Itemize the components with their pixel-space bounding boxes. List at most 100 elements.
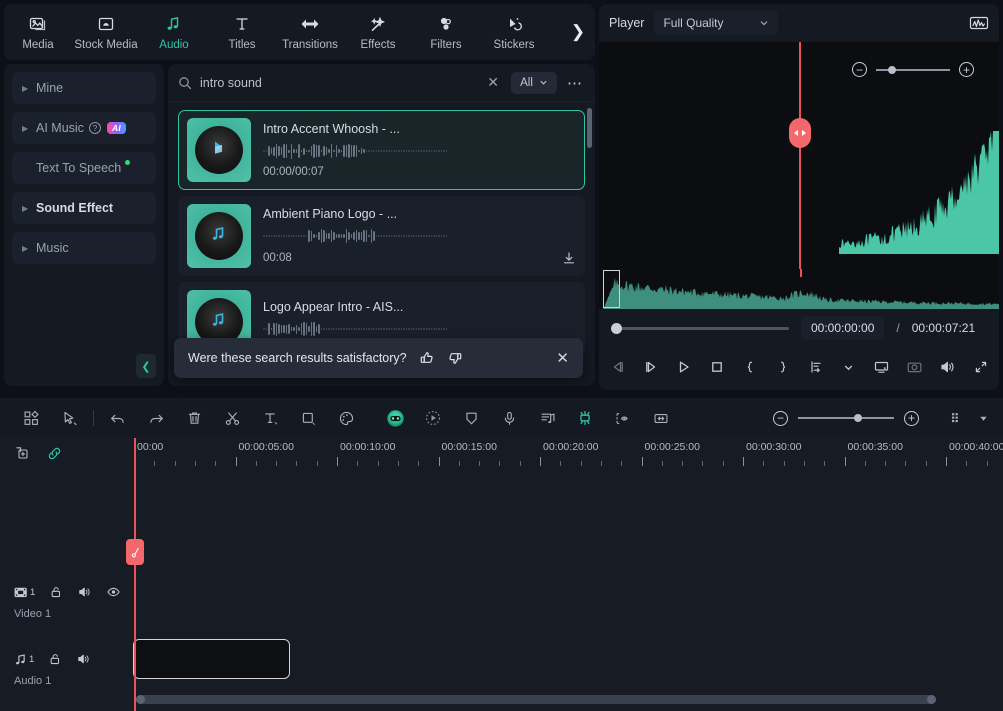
ruler-tick-minor bbox=[276, 461, 278, 466]
list-item[interactable]: Ambient Piano Logo - ... 00:08 bbox=[178, 196, 585, 276]
track-controls: 1 bbox=[0, 649, 136, 669]
download-icon[interactable] bbox=[562, 251, 576, 265]
text-button[interactable] bbox=[251, 403, 289, 433]
thumbs-down-icon[interactable] bbox=[447, 350, 463, 366]
current-timecode[interactable]: 00:00:00:00 bbox=[801, 316, 885, 340]
zoom-slider-thumb[interactable] bbox=[888, 65, 896, 74]
scrubber-thumb[interactable] bbox=[611, 322, 622, 334]
timeline-zoom-slider[interactable] bbox=[798, 414, 894, 422]
audio-title: Intro Accent Whoosh - ... bbox=[263, 122, 400, 136]
export-dropdown-button[interactable] bbox=[839, 357, 859, 377]
select-tool-button[interactable] bbox=[50, 403, 88, 433]
view-options-caret[interactable] bbox=[975, 403, 991, 433]
redo-button[interactable] bbox=[137, 403, 175, 433]
timeline-zoom-in-button[interactable]: + bbox=[904, 410, 919, 426]
speed-button[interactable] bbox=[414, 403, 452, 433]
timeline-horizontal-scrollbar[interactable] bbox=[136, 695, 936, 704]
stop-button[interactable] bbox=[707, 357, 727, 377]
tab-audio[interactable]: Audio bbox=[140, 4, 208, 60]
tab-filters[interactable]: Filters bbox=[412, 4, 480, 60]
volume-button[interactable] bbox=[938, 357, 958, 377]
track-index: 1 bbox=[30, 586, 36, 598]
mark-in-button[interactable] bbox=[740, 357, 760, 377]
player-panel: Player Full Quality − + 00:00:00:00 / 00… bbox=[599, 4, 999, 390]
help-icon[interactable]: ? bbox=[88, 122, 101, 134]
view-options-button[interactable] bbox=[937, 403, 975, 433]
timeline-ruler[interactable]: 00:00 00:00:05:00 00:00:10:00 00:00:15:00 00… bbox=[136, 438, 1003, 468]
unlock-icon[interactable] bbox=[48, 652, 62, 666]
tab-stock-media[interactable]: Stock Media bbox=[72, 4, 140, 60]
speaker-icon[interactable] bbox=[77, 585, 92, 599]
track-name: Video 1 bbox=[14, 608, 52, 620]
ruler-tick-minor bbox=[824, 461, 826, 466]
tab-transitions[interactable]: Transitions bbox=[276, 4, 344, 60]
add-track-icon[interactable] bbox=[14, 445, 30, 461]
export-frame-button[interactable] bbox=[806, 357, 826, 377]
tab-effects[interactable]: Effects bbox=[344, 4, 412, 60]
sidebar-item-sound-effect[interactable]: ▶ Sound Effect bbox=[12, 192, 156, 224]
previous-frame-button[interactable] bbox=[608, 357, 628, 377]
fit-timeline-button[interactable] bbox=[642, 403, 680, 433]
layout-grid-button[interactable] bbox=[12, 403, 50, 433]
chroma-key-button[interactable] bbox=[604, 403, 642, 433]
overview-selection-box[interactable] bbox=[603, 270, 620, 308]
color-button[interactable] bbox=[327, 403, 365, 433]
ruler-tick-minor bbox=[885, 461, 887, 466]
sidebar-item-text-to-speech[interactable]: Text To Speech bbox=[12, 152, 156, 184]
delete-button[interactable] bbox=[175, 403, 213, 433]
undo-button[interactable] bbox=[99, 403, 137, 433]
play-button[interactable] bbox=[674, 357, 694, 377]
thumbs-up-icon[interactable] bbox=[419, 350, 435, 366]
timeline-playhead-handle[interactable] bbox=[126, 539, 144, 565]
tab-titles[interactable]: Titles bbox=[208, 4, 276, 60]
eye-icon[interactable] bbox=[106, 585, 121, 599]
results-scrollbar[interactable] bbox=[587, 108, 592, 148]
list-item-body: Intro Accent Whoosh - ... 00:00/00:07 bbox=[263, 122, 576, 178]
timeline-zoom-out-button[interactable]: − bbox=[773, 410, 788, 426]
split-button[interactable] bbox=[213, 403, 251, 433]
expand-toolbar-button[interactable]: ❯ bbox=[567, 17, 589, 47]
zoom-out-button[interactable]: − bbox=[852, 62, 867, 77]
mask-button[interactable] bbox=[452, 403, 490, 433]
more-options-button[interactable]: ⋯ bbox=[565, 74, 585, 92]
quality-dropdown[interactable]: Full Quality bbox=[654, 11, 779, 35]
search-input[interactable]: intro sound bbox=[200, 76, 475, 90]
snapshot-button[interactable] bbox=[905, 357, 925, 377]
list-item[interactable]: Intro Accent Whoosh - ... 00:00/00:07 bbox=[178, 110, 585, 190]
link-icon[interactable] bbox=[46, 445, 63, 462]
track-name: Audio 1 bbox=[14, 675, 52, 687]
zoom-slider[interactable] bbox=[876, 65, 950, 74]
audio-clip[interactable] bbox=[133, 639, 290, 679]
ai-avatar-button[interactable] bbox=[376, 403, 414, 433]
crop-button[interactable] bbox=[289, 403, 327, 433]
close-toast-button[interactable]: ✕ bbox=[556, 349, 569, 367]
unlock-icon[interactable] bbox=[49, 585, 63, 599]
sidebar-item-ai-music[interactable]: ▶ AI Music ? AI bbox=[12, 112, 156, 144]
preview-playhead-handle[interactable] bbox=[789, 118, 811, 148]
collapse-sidebar-button[interactable]: ❮ bbox=[136, 354, 156, 378]
track-index: 1 bbox=[29, 653, 35, 665]
ruler-tick-minor bbox=[580, 461, 582, 466]
waveform-monitor-icon[interactable] bbox=[969, 15, 989, 31]
clear-search-button[interactable]: ✕ bbox=[483, 74, 503, 91]
player-time-row: 00:00:00:00 / 00:00:07:21 bbox=[599, 309, 999, 347]
next-frame-button[interactable] bbox=[641, 357, 661, 377]
zoom-in-button[interactable]: + bbox=[959, 62, 974, 77]
filter-dropdown[interactable]: All bbox=[511, 71, 557, 94]
ruler-label: 00:00:30:00 bbox=[746, 441, 802, 453]
speaker-icon[interactable] bbox=[76, 652, 91, 666]
display-mode-button[interactable] bbox=[872, 357, 892, 377]
fullscreen-button[interactable] bbox=[971, 357, 991, 377]
player-scrubber[interactable] bbox=[611, 322, 789, 334]
mark-out-button[interactable] bbox=[773, 357, 793, 377]
timeline-zoom-thumb[interactable] bbox=[854, 414, 862, 422]
audio-overview-bar[interactable] bbox=[599, 269, 999, 309]
sidebar-item-music[interactable]: ▶ Music bbox=[12, 232, 156, 264]
preview-stage[interactable]: − + bbox=[599, 42, 999, 269]
record-voice-button[interactable] bbox=[490, 403, 528, 433]
keyframe-button[interactable] bbox=[566, 403, 604, 433]
audio-mixer-button[interactable] bbox=[528, 403, 566, 433]
tab-stickers[interactable]: Stickers bbox=[480, 4, 548, 60]
tab-media[interactable]: Media bbox=[4, 4, 72, 60]
sidebar-item-mine[interactable]: ▶ Mine bbox=[12, 72, 156, 104]
